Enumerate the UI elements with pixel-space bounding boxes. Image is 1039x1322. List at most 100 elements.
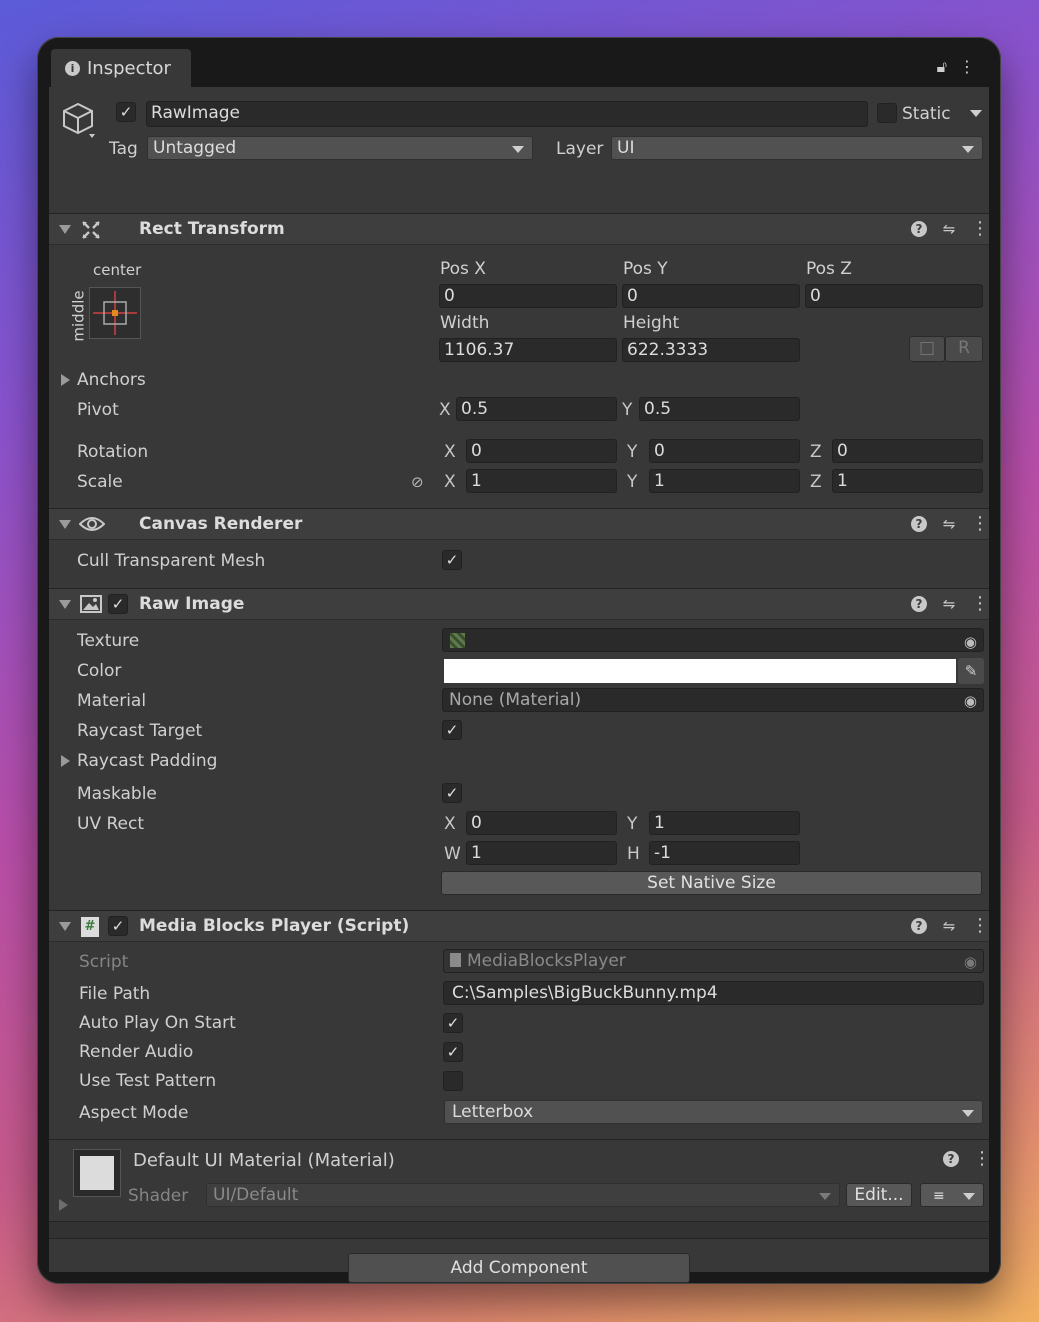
add-component-button[interactable]: Add Component <box>348 1253 690 1283</box>
shader-label: Shader <box>128 1186 189 1206</box>
file-path-input[interactable]: C:\Samples\BigBuckBunny.mp4 <box>443 981 984 1005</box>
presets-icon[interactable]: ⇋ <box>941 917 957 935</box>
media-player-enabled-checkbox[interactable]: ✓ <box>108 916 128 936</box>
test-pattern-label: Use Test Pattern <box>79 1071 217 1091</box>
static-label: Static <box>902 104 951 124</box>
set-native-size-button[interactable]: Set Native Size <box>441 871 982 895</box>
presets-icon[interactable]: ⇋ <box>941 515 957 533</box>
material-menu-icon[interactable]: ⋮ <box>973 1150 991 1168</box>
rotation-z-input[interactable]: 0 <box>832 439 983 463</box>
blueprint-mode-button[interactable]: □ <box>909 336 945 362</box>
color-swatch[interactable] <box>444 659 956 683</box>
raycast-target-label: Raycast Target <box>77 721 203 741</box>
shader-value: UI/Default <box>213 1185 299 1205</box>
pivot-y-input[interactable]: 0.5 <box>639 397 800 421</box>
presets-icon[interactable]: ⇋ <box>941 595 957 613</box>
material-preview <box>73 1149 121 1197</box>
uv-w-input[interactable]: 1 <box>466 841 617 865</box>
edit-shader-button[interactable]: Edit... <box>846 1183 912 1207</box>
pos-z-input[interactable]: 0 <box>805 284 983 308</box>
foldout-icon[interactable] <box>59 922 71 931</box>
uv-y-axis-label: Y <box>627 814 638 834</box>
static-dropdown-icon[interactable] <box>970 110 982 117</box>
uv-h-input[interactable]: -1 <box>649 841 800 865</box>
constrain-proportions-icon[interactable]: ⊘ <box>411 473 424 491</box>
script-file-icon <box>450 953 461 967</box>
static-checkbox[interactable] <box>877 103 897 123</box>
auto-play-checkbox[interactable]: ✓ <box>443 1013 463 1033</box>
shader-options-button[interactable]: ≡ <box>920 1183 984 1207</box>
cull-transparent-mesh-label: Cull Transparent Mesh <box>77 551 266 571</box>
test-pattern-checkbox[interactable] <box>443 1071 463 1091</box>
uv-x-axis-label: X <box>444 814 456 834</box>
rect-transform-header[interactable]: Rect Transform ? ⇋ ⋮ <box>49 213 989 245</box>
raycast-target-checkbox[interactable]: ✓ <box>442 720 462 740</box>
material-value: None (Material) <box>449 690 582 710</box>
inspector-panel: ✓ RawImage Static Tag Untagged Layer UI … <box>49 87 991 1283</box>
tag-dropdown[interactable]: Untagged <box>147 136 533 160</box>
foldout-icon[interactable] <box>59 225 71 234</box>
eyedropper-icon[interactable]: ✎ <box>958 658 984 684</box>
render-audio-checkbox[interactable]: ✓ <box>443 1042 463 1062</box>
help-icon[interactable]: ? <box>911 918 927 934</box>
raw-edit-button[interactable]: R <box>945 336 983 362</box>
uv-w-axis-label: W <box>444 844 461 864</box>
cull-transparent-mesh-checkbox[interactable]: ✓ <box>442 550 462 570</box>
script-label: Script <box>79 952 129 972</box>
width-input[interactable]: 1106.37 <box>439 338 617 362</box>
uv-x-input[interactable]: 0 <box>466 811 617 835</box>
footer-strip <box>49 1222 989 1238</box>
anchors-label[interactable]: Anchors <box>77 369 146 391</box>
material-foldout-icon[interactable] <box>59 1199 68 1211</box>
pos-x-input[interactable]: 0 <box>439 284 617 308</box>
help-icon[interactable]: ? <box>911 596 927 612</box>
scale-z-input[interactable]: 1 <box>832 469 983 493</box>
scale-y-input[interactable]: 1 <box>649 469 800 493</box>
component-menu-icon[interactable]: ⋮ <box>971 515 989 533</box>
component-menu-icon[interactable]: ⋮ <box>971 220 989 238</box>
anchor-presets-button[interactable] <box>89 287 141 339</box>
help-icon[interactable]: ? <box>911 221 927 237</box>
object-picker-icon[interactable]: ◉ <box>964 690 977 711</box>
tab-inspector[interactable]: i Inspector <box>51 49 191 87</box>
material-field[interactable]: None (Material) ◉ <box>442 688 984 712</box>
foldout-icon[interactable] <box>59 520 71 529</box>
anchors-foldout-icon[interactable] <box>61 374 70 386</box>
maskable-checkbox[interactable]: ✓ <box>442 783 462 803</box>
raw-image-title: Raw Image <box>139 594 245 614</box>
raw-image-header[interactable]: ✓ Raw Image ? ⇋ ⋮ <box>49 588 989 620</box>
component-menu-icon[interactable]: ⋮ <box>971 595 989 613</box>
help-icon[interactable]: ? <box>943 1151 959 1167</box>
rect-transform-icon <box>81 220 101 245</box>
gameobject-active-checkbox[interactable]: ✓ <box>116 102 136 122</box>
shader-dropdown[interactable]: UI/Default <box>206 1183 840 1207</box>
pivot-x-input[interactable]: 0.5 <box>456 397 617 421</box>
aspect-mode-dropdown[interactable]: Letterbox <box>444 1100 983 1124</box>
foldout-icon[interactable] <box>59 600 71 609</box>
pos-x-label: Pos X <box>440 259 486 279</box>
raycast-padding-foldout-icon[interactable] <box>61 755 70 767</box>
height-label: Height <box>623 313 680 333</box>
image-icon <box>80 594 102 619</box>
media-player-header[interactable]: # ✓ Media Blocks Player (Script) ? ⇋ ⋮ <box>49 910 989 942</box>
window-menu-icon[interactable]: ⋮ <box>959 57 975 77</box>
pos-y-input[interactable]: 0 <box>622 284 800 308</box>
gameobject-name-input[interactable]: RawImage <box>146 101 868 127</box>
object-picker-icon[interactable]: ◉ <box>964 631 977 651</box>
texture-field[interactable]: ◉ <box>442 628 984 652</box>
presets-icon[interactable]: ⇋ <box>941 220 957 238</box>
gameobject-cube-icon[interactable] <box>61 101 95 139</box>
scale-x-input[interactable]: 1 <box>466 469 617 493</box>
raw-image-enabled-checkbox[interactable]: ✓ <box>108 594 128 614</box>
canvas-renderer-header[interactable]: Canvas Renderer ? ⇋ ⋮ <box>49 508 989 540</box>
layer-dropdown[interactable]: UI <box>611 136 983 160</box>
rotation-y-input[interactable]: 0 <box>649 439 800 463</box>
help-icon[interactable]: ? <box>911 516 927 532</box>
rotation-x-input[interactable]: 0 <box>466 439 617 463</box>
raycast-padding-label[interactable]: Raycast Padding <box>77 750 217 772</box>
lock-icon[interactable]: 🔓︎ <box>937 57 947 77</box>
uv-y-input[interactable]: 1 <box>649 811 800 835</box>
chevron-down-icon <box>963 1193 975 1200</box>
component-menu-icon[interactable]: ⋮ <box>971 917 989 935</box>
height-input[interactable]: 622.3333 <box>622 338 800 362</box>
